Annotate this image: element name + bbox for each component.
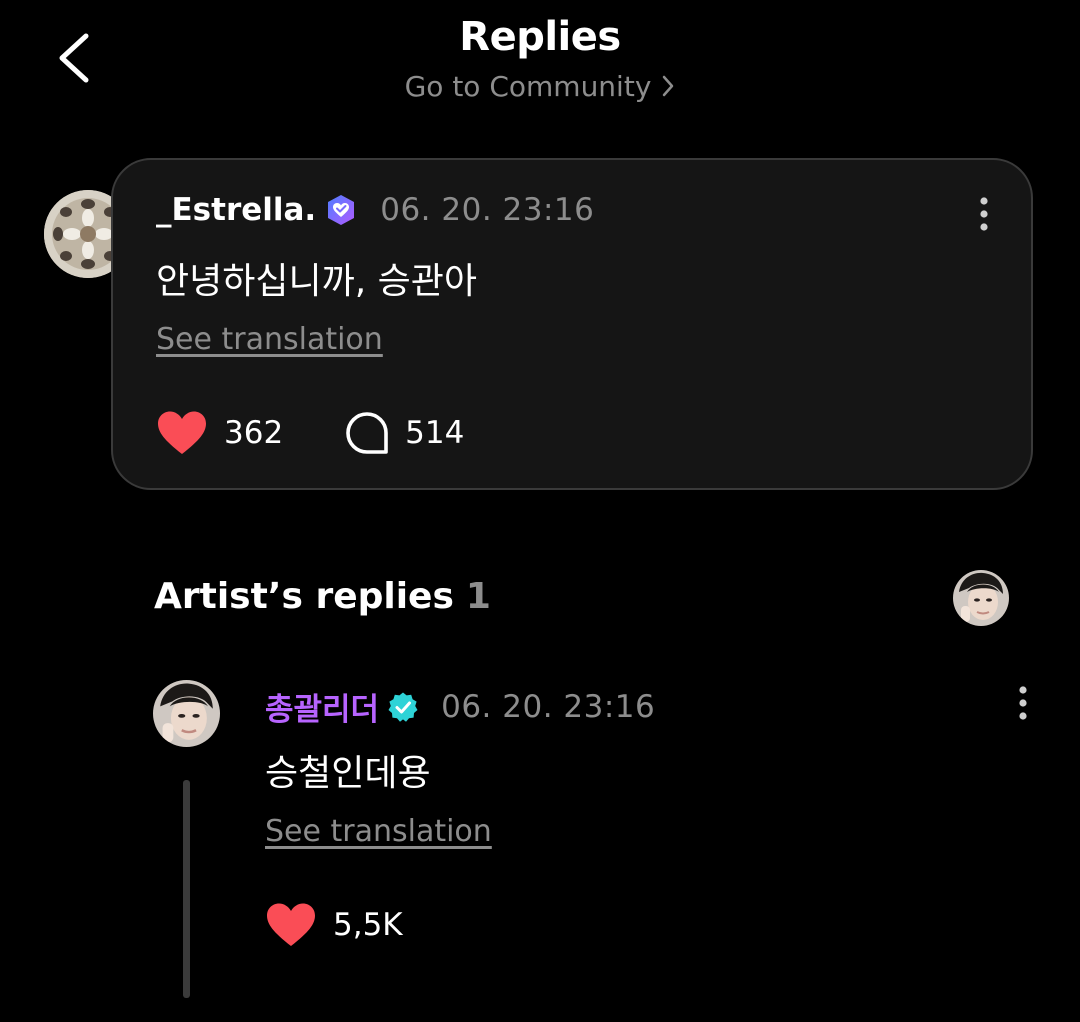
go-to-community-link[interactable]: Go to Community — [0, 70, 1080, 103]
reply-header: 총괄리더 06. 20. 23:16 — [265, 684, 655, 729]
speech-bubble-icon — [346, 412, 388, 454]
reply-see-translation-link[interactable]: See translation — [265, 814, 492, 849]
page-title: Replies — [459, 14, 621, 60]
reply-body: 승철인데용 — [265, 753, 431, 794]
like-count: 362 — [224, 415, 284, 451]
artist-replies-title: Artist’s replies — [154, 576, 454, 617]
like-button[interactable]: 362 — [156, 410, 283, 456]
reply-like-button[interactable]: 5,5K — [265, 902, 403, 948]
go-to-community-label: Go to Community — [404, 70, 652, 103]
avatar-image — [953, 570, 1009, 626]
post-body: 안녕하십니까, 승관아 — [156, 261, 477, 302]
artist-replies-heading: Artist’s replies 1 — [154, 576, 491, 617]
post-card: _Estrella. 06. 20. 23:16 안녕하십니까, 승관아 See… — [111, 158, 1033, 490]
reply-timestamp: 06. 20. 23:16 — [441, 688, 656, 725]
reply-author-name[interactable]: 총괄리더 — [265, 684, 379, 729]
comment-count: 514 — [405, 415, 465, 451]
artist-replies-count: 1 — [465, 576, 491, 617]
post-timestamp: 06. 20. 23:16 — [380, 192, 595, 228]
more-options-icon[interactable] — [977, 196, 991, 232]
reply-like-count: 5,5K — [333, 907, 403, 943]
more-options-icon[interactable] — [1016, 685, 1030, 721]
heart-icon — [158, 411, 206, 454]
heart-icon — [267, 903, 315, 946]
post-header: _Estrella. 06. 20. 23:16 — [156, 192, 594, 228]
reply-author-avatar[interactable] — [153, 680, 220, 747]
comment-button[interactable]: 514 — [345, 411, 464, 455]
artist-avatar-small[interactable] — [953, 570, 1009, 626]
post-actions: 362 514 — [156, 410, 464, 456]
post-author-name[interactable]: _Estrella. — [156, 192, 316, 228]
verified-check-badge-icon — [388, 692, 418, 722]
heart-shield-badge-icon — [328, 195, 355, 225]
see-translation-link[interactable]: See translation — [156, 322, 383, 357]
avatar-image — [153, 680, 220, 747]
thread-line — [183, 780, 190, 998]
chevron-right-icon — [663, 75, 674, 97]
